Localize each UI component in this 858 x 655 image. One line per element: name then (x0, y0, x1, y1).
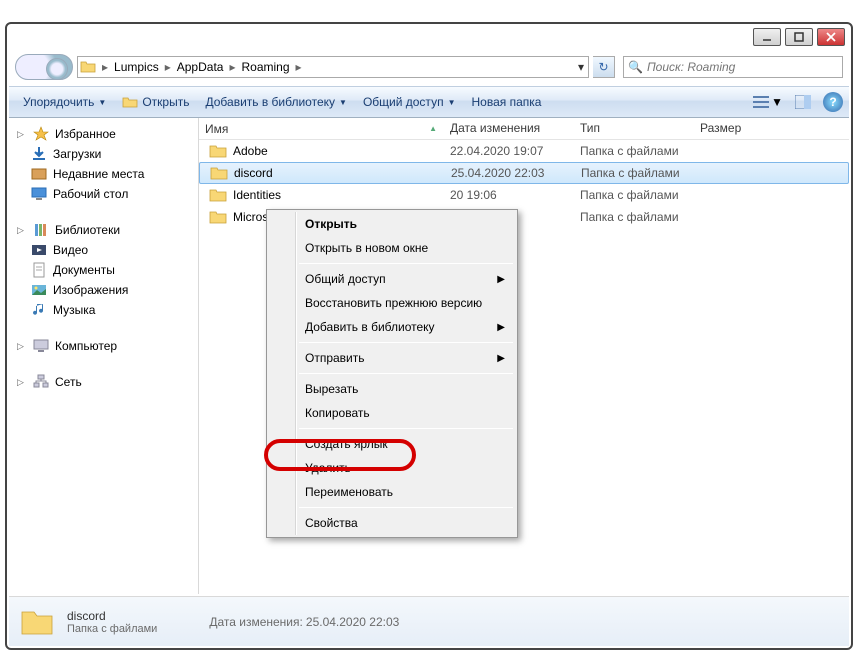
view-icon (753, 95, 769, 109)
sidebar-item-downloads[interactable]: Загрузки (11, 144, 196, 164)
ctx-send-to[interactable]: Отправить▶ (269, 346, 515, 370)
sort-indicator-icon: ▲ (429, 124, 437, 133)
help-button[interactable]: ? (823, 92, 843, 112)
chevron-right-icon: ▶ (497, 353, 505, 364)
table-row[interactable]: Adobe 22.04.2020 19:07 Папка с файлами (199, 140, 849, 162)
desktop-icon (31, 186, 47, 202)
folder-icon (209, 143, 227, 159)
downloads-icon (31, 146, 47, 162)
back-forward-buttons[interactable] (15, 54, 73, 80)
search-icon: 🔍 (628, 60, 643, 74)
folder-icon (209, 209, 227, 225)
libraries-icon (33, 222, 49, 238)
view-options-button[interactable]: ▼ (747, 93, 789, 111)
window-controls (753, 24, 851, 52)
column-type[interactable]: Тип (574, 118, 694, 139)
ctx-separator (299, 428, 513, 429)
libraries-header[interactable]: ▷Библиотеки (11, 220, 196, 240)
music-icon (31, 302, 47, 318)
chevron-right-icon[interactable]: ▸ (294, 60, 304, 74)
chevron-right-icon: ▶ (497, 274, 505, 285)
column-date[interactable]: Дата изменения (444, 118, 574, 139)
ctx-separator (299, 263, 513, 264)
share-button[interactable]: Общий доступ▼ (355, 92, 464, 112)
ctx-open-new[interactable]: Открыть в новом окне (269, 236, 515, 260)
ctx-copy[interactable]: Копировать (269, 401, 515, 425)
folder-icon (80, 59, 96, 75)
computer-header[interactable]: ▷Компьютер (11, 336, 196, 356)
sidebar-item-music[interactable]: Музыка (11, 300, 196, 320)
preview-pane-button[interactable] (789, 93, 817, 111)
search-box[interactable]: 🔍 (623, 56, 843, 78)
organize-button[interactable]: Упорядочить▼ (15, 92, 114, 112)
column-size[interactable]: Размер (694, 118, 849, 139)
chevron-right-icon[interactable]: ▸ (163, 60, 173, 74)
breadcrumb-segment[interactable]: Roaming (237, 57, 293, 77)
status-text: discord Папка с файлами (67, 609, 157, 635)
breadcrumb-segment[interactable]: AppData (173, 57, 228, 77)
ctx-separator (299, 342, 513, 343)
open-button[interactable]: Открыть (114, 91, 197, 113)
close-button[interactable] (817, 28, 845, 46)
ctx-separator (299, 373, 513, 374)
documents-icon (31, 262, 47, 278)
open-folder-icon (122, 94, 138, 110)
sidebar-item-desktop[interactable]: Рабочий стол (11, 184, 196, 204)
sidebar-item-video[interactable]: Видео (11, 240, 196, 260)
computer-icon (33, 338, 49, 354)
sidebar-item-documents[interactable]: Документы (11, 260, 196, 280)
pictures-icon (31, 282, 47, 298)
star-icon (33, 126, 49, 142)
preview-icon (795, 95, 811, 109)
sidebar-item-recent[interactable]: Недавние места (11, 164, 196, 184)
network-icon (33, 374, 49, 390)
ctx-properties[interactable]: Свойства (269, 511, 515, 535)
search-input[interactable] (647, 60, 838, 74)
add-to-library-button[interactable]: Добавить в библиотеку▼ (197, 92, 354, 112)
maximize-button[interactable] (785, 28, 813, 46)
table-row-selected[interactable]: discord 25.04.2020 22:03 Папка с файлами (199, 162, 849, 184)
explorer-window: ▸ Lumpics ▸ AppData ▸ Roaming ▸ ▾ ↻ 🔍 Уп… (5, 22, 853, 650)
address-bar[interactable]: ▸ Lumpics ▸ AppData ▸ Roaming ▸ ▾ (77, 56, 589, 78)
video-icon (31, 242, 47, 258)
folder-icon (209, 187, 227, 203)
chevron-right-icon[interactable]: ▸ (227, 60, 237, 74)
chevron-right-icon: ▶ (497, 322, 505, 333)
folder-icon (210, 165, 228, 181)
ctx-restore[interactable]: Восстановить прежнюю версию (269, 291, 515, 315)
column-headers: Имя▲ Дата изменения Тип Размер (199, 118, 849, 140)
ctx-open[interactable]: Открыть (269, 212, 515, 236)
ctx-cut[interactable]: Вырезать (269, 377, 515, 401)
chevron-down-icon[interactable]: ▾ (576, 60, 586, 74)
ctx-shortcut[interactable]: Создать ярлык (269, 432, 515, 456)
ctx-delete[interactable]: Удалить (269, 456, 515, 480)
ctx-share[interactable]: Общий доступ▶ (269, 267, 515, 291)
sidebar-item-pictures[interactable]: Изображения (11, 280, 196, 300)
column-name[interactable]: Имя▲ (199, 118, 444, 139)
favorites-header[interactable]: ▷Избранное (11, 124, 196, 144)
context-menu: Открыть Открыть в новом окне Общий досту… (266, 209, 518, 538)
navigation-pane: ▷Избранное Загрузки Недавние места Рабоч… (9, 118, 199, 594)
ctx-rename[interactable]: Переименовать (269, 480, 515, 504)
ctx-separator (299, 507, 513, 508)
chevron-right-icon[interactable]: ▸ (100, 60, 110, 74)
minimize-button[interactable] (753, 28, 781, 46)
details-pane: discord Папка с файлами Дата изменения: … (9, 596, 849, 646)
address-row: ▸ Lumpics ▸ AppData ▸ Roaming ▸ ▾ ↻ 🔍 (15, 52, 843, 82)
ctx-add-lib[interactable]: Добавить в библиотеку▶ (269, 315, 515, 339)
toolbar: Упорядочить▼ Открыть Добавить в библиоте… (9, 86, 849, 118)
refresh-button[interactable]: ↻ (593, 56, 615, 78)
new-folder-button[interactable]: Новая папка (463, 92, 549, 112)
recent-icon (31, 166, 47, 182)
status-date: Дата изменения: 25.04.2020 22:03 (209, 615, 399, 629)
table-row[interactable]: Identities 20 19:06 Папка с файлами (199, 184, 849, 206)
folder-large-icon (19, 604, 55, 640)
network-header[interactable]: ▷Сеть (11, 372, 196, 392)
breadcrumb-segment[interactable]: Lumpics (110, 57, 163, 77)
